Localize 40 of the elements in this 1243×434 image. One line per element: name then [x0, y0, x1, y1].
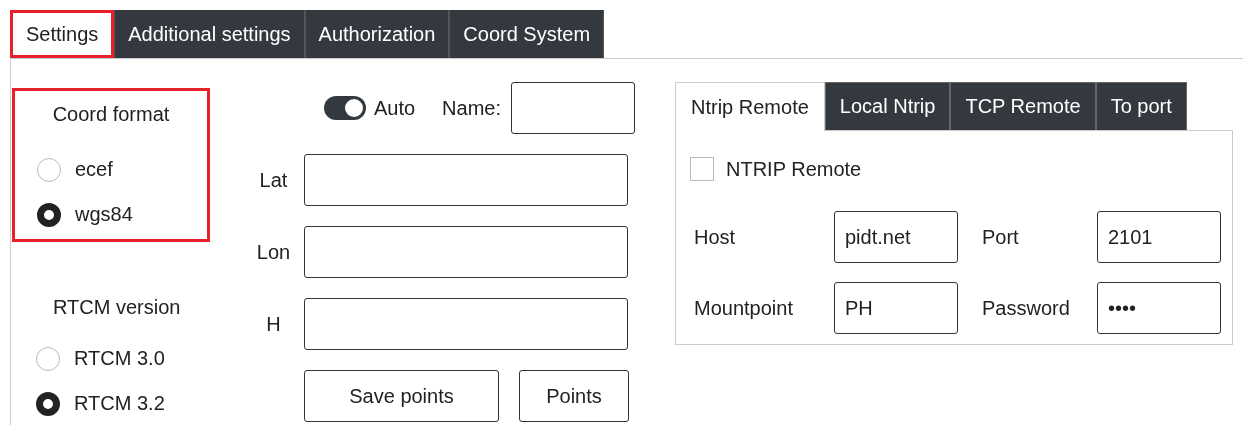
input-field[interactable]: pidt.net — [834, 211, 958, 263]
field-label: Lon — [255, 240, 292, 264]
field-label: H — [265, 312, 282, 336]
name-field[interactable] — [511, 82, 635, 134]
tab[interactable]: Authorization — [304, 10, 450, 58]
field-label: Host — [694, 225, 737, 249]
radio-label: ecef — [75, 158, 113, 181]
field-label: Lat — [258, 168, 289, 192]
tab[interactable]: To port — [1095, 82, 1187, 130]
tab[interactable]: TCP Remote — [950, 82, 1096, 130]
checkbox-label: NTRIP Remote — [726, 157, 862, 181]
field-label: Port — [981, 225, 1020, 249]
radio-button[interactable] — [37, 157, 61, 182]
radio-label: wgs84 — [75, 203, 133, 226]
input-field[interactable] — [304, 154, 628, 206]
checkbox[interactable] — [690, 157, 714, 181]
input-field[interactable]: 2101 — [1097, 211, 1221, 263]
group-title: Coord format — [52, 103, 170, 126]
tab[interactable]: Additional settings — [114, 10, 305, 58]
radio-button[interactable] — [36, 346, 60, 371]
radio-label: RTCM 3.0 — [74, 347, 165, 370]
toggle-label: Auto — [373, 96, 416, 120]
tab[interactable]: Coord System — [449, 10, 605, 58]
points-button[interactable]: Points — [519, 370, 629, 422]
input-field[interactable] — [304, 226, 628, 278]
tab[interactable]: Local Ntrip — [824, 82, 951, 130]
tab[interactable]: Settings — [10, 10, 115, 58]
tab[interactable]: Ntrip Remote — [675, 82, 825, 131]
field-label: Mountpoint — [694, 296, 794, 320]
radio-button[interactable] — [37, 202, 61, 227]
radio-button[interactable] — [36, 391, 60, 416]
field-label: Password — [981, 296, 1071, 320]
group-title: RTCM version — [52, 296, 182, 319]
field-label: Name: — [442, 96, 501, 120]
input-field[interactable] — [304, 298, 628, 350]
toggle-switch[interactable] — [323, 96, 366, 120]
save-button[interactable]: Save points — [304, 370, 499, 422]
input-field[interactable]: •••• — [1097, 282, 1221, 334]
input-field[interactable]: PH — [834, 282, 958, 334]
radio-label: RTCM 3.2 — [74, 392, 165, 415]
